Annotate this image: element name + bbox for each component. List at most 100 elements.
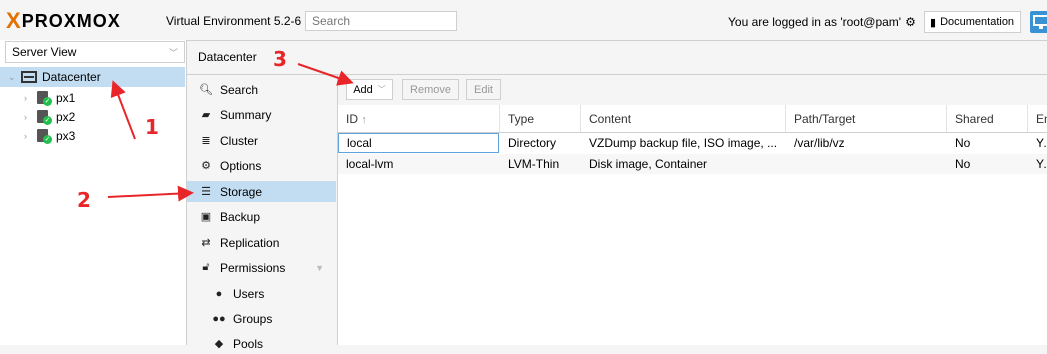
tree-item-label: px2 (56, 110, 76, 124)
add-button-label: Add (353, 83, 373, 96)
column-header-label: ID (346, 112, 358, 126)
menu-item-search[interactable]: 🔍︎ Search (187, 79, 336, 100)
search-input[interactable] (305, 11, 457, 31)
column-header-enabled[interactable]: En (1028, 105, 1047, 132)
menu-item-label: Storage (220, 184, 263, 199)
expand-arrow-icon[interactable]: ⌄ (8, 72, 16, 83)
desktop-icon (1033, 15, 1047, 29)
menu-item-backup[interactable]: ▣ Backup (187, 206, 336, 227)
menu-item-options[interactable]: ⚙ Options (187, 155, 336, 176)
column-header-label: Shared (955, 112, 994, 126)
column-header-label: Type (508, 112, 535, 126)
tree-item-label: px3 (56, 129, 76, 143)
cell-path: /var/lib/vz (794, 136, 845, 150)
resource-tree-panel: Server View ﹀ ⌄ Datacenter › ✓ px1 › ✓ p… (0, 40, 187, 345)
table-row[interactable]: local-lvm LVM-Thin Disk image, Container… (338, 154, 1047, 174)
documentation-button[interactable]: ▮ Documentation (924, 11, 1022, 33)
expand-arrow-icon[interactable]: › (24, 93, 32, 103)
annotation-number-1: 1 (145, 115, 159, 139)
column-header-content[interactable]: Content (581, 105, 786, 132)
menu-item-groups[interactable]: ●● Groups (187, 308, 336, 329)
create-vm-button[interactable] (1030, 11, 1047, 33)
logo-x-mark: X (6, 8, 21, 33)
user-icon: ● (215, 287, 223, 300)
chevron-down-icon: ﹀ (377, 85, 386, 94)
column-header-label: Content (589, 112, 632, 126)
annotation-number-3: 3 (273, 47, 287, 71)
database-icon: ☰ (201, 186, 211, 198)
table-row[interactable]: local Directory VZDump backup file, ISO … (338, 133, 1047, 153)
menu-item-label: Permissions (220, 260, 286, 275)
tree-item-px2[interactable]: › ✓ px2 (24, 107, 75, 127)
cell-shared: No (955, 136, 971, 150)
storage-panel: Add ﹀ Remove Edit ID ↑ Type Content Path… (338, 75, 1047, 345)
view-selector-label: Server View (12, 45, 77, 59)
logo-wordmark: PROXMOX (21, 10, 121, 31)
menu-item-label: Cluster (220, 133, 259, 148)
menu-item-label: Backup (220, 209, 261, 224)
menu-item-summary[interactable]: ▰ Summary (187, 104, 336, 125)
cell-enabled: Ye (1036, 136, 1047, 150)
menu-item-label: Options (220, 158, 262, 173)
tree-item-px1[interactable]: › ✓ px1 (24, 88, 75, 108)
storage-toolbar: Add ﹀ Remove Edit (338, 75, 1047, 105)
menu-item-label: Replication (220, 235, 280, 250)
column-header-label: Path/Target (794, 112, 856, 126)
book-icon: ▰ (201, 109, 211, 121)
collapse-caret-icon[interactable]: ▼ (315, 263, 324, 273)
cell-type: Directory (508, 136, 557, 150)
menu-item-storage[interactable]: ☰ Storage (187, 181, 336, 202)
menu-item-label: Search (220, 82, 259, 97)
sort-ascending-icon: ↑ (361, 114, 367, 126)
login-text: You are logged in as 'root@pam' (728, 15, 902, 29)
menu-item-users[interactable]: ● Users (187, 283, 336, 304)
floppy-icon: ▣ (200, 211, 212, 223)
gear-icon[interactable]: ⚙ (905, 15, 916, 29)
cell-path (786, 154, 947, 174)
node-online-icon: ✓ (37, 129, 52, 144)
column-header-id[interactable]: ID ↑ (338, 105, 500, 132)
column-header-path[interactable]: Path/Target (786, 105, 947, 132)
search-icon: 🔍︎ (199, 84, 213, 96)
book-icon: ▮ (930, 16, 937, 29)
grid-header: ID ↑ Type Content Path/Target Shared En (338, 105, 1047, 133)
tree-item-datacenter[interactable]: ⌄ Datacenter (0, 67, 185, 87)
menu-item-cluster[interactable]: ≣ Cluster (187, 130, 336, 151)
remove-button[interactable]: Remove (402, 79, 459, 100)
menu-item-replication[interactable]: ⇄ Replication (187, 232, 336, 253)
node-online-icon: ✓ (37, 110, 52, 125)
top-bar: X PROXMOX Virtual Environment 5.2-6 You … (0, 0, 1047, 41)
edit-button-label: Edit (474, 83, 493, 96)
column-header-shared[interactable]: Shared (947, 105, 1028, 132)
menu-item-label: Users (233, 286, 265, 301)
cell-type: LVM-Thin (508, 157, 560, 171)
menu-item-permissions[interactable]: 🔓︎ Permissions ▼ (187, 257, 336, 278)
cell-id[interactable]: local-lvm (338, 154, 499, 174)
documentation-label: Documentation (940, 16, 1015, 28)
cell-content: Disk image, Container (589, 157, 708, 171)
version-label: Virtual Environment 5.2-6 (166, 14, 302, 28)
menu-item-label: Summary (220, 107, 272, 122)
chevron-down-icon: ﹀ (168, 47, 178, 58)
add-button[interactable]: Add ﹀ (346, 79, 393, 100)
proxmox-logo[interactable]: X PROXMOX (6, 8, 121, 33)
tree-item-label: Datacenter (42, 70, 101, 84)
cell-id[interactable]: local (338, 133, 499, 153)
login-status: You are logged in as 'root@pam' ⚙ (728, 15, 916, 29)
retweet-icon: ⇄ (201, 237, 211, 249)
expand-arrow-icon[interactable]: › (24, 131, 32, 141)
cell-shared: No (955, 157, 971, 171)
tree-item-label: px1 (56, 91, 76, 105)
datacenter-menu: 🔍︎ Search ▰ Summary ≣ Cluster ⚙ Options … (187, 75, 338, 351)
view-selector[interactable]: Server View ﹀ (5, 41, 185, 63)
edit-button[interactable]: Edit (466, 79, 501, 100)
tree-item-px3[interactable]: › ✓ px3 (24, 126, 75, 146)
menu-item-pools[interactable]: ◆ Pools (187, 333, 336, 354)
gear-icon: ⚙ (201, 160, 211, 172)
expand-arrow-icon[interactable]: › (24, 112, 32, 122)
column-header-type[interactable]: Type (500, 105, 581, 132)
annotation-number-2: 2 (77, 188, 91, 212)
menu-item-label: Pools (233, 336, 264, 351)
column-header-label: En (1036, 112, 1047, 126)
unlock-icon: 🔓︎ (202, 261, 210, 273)
